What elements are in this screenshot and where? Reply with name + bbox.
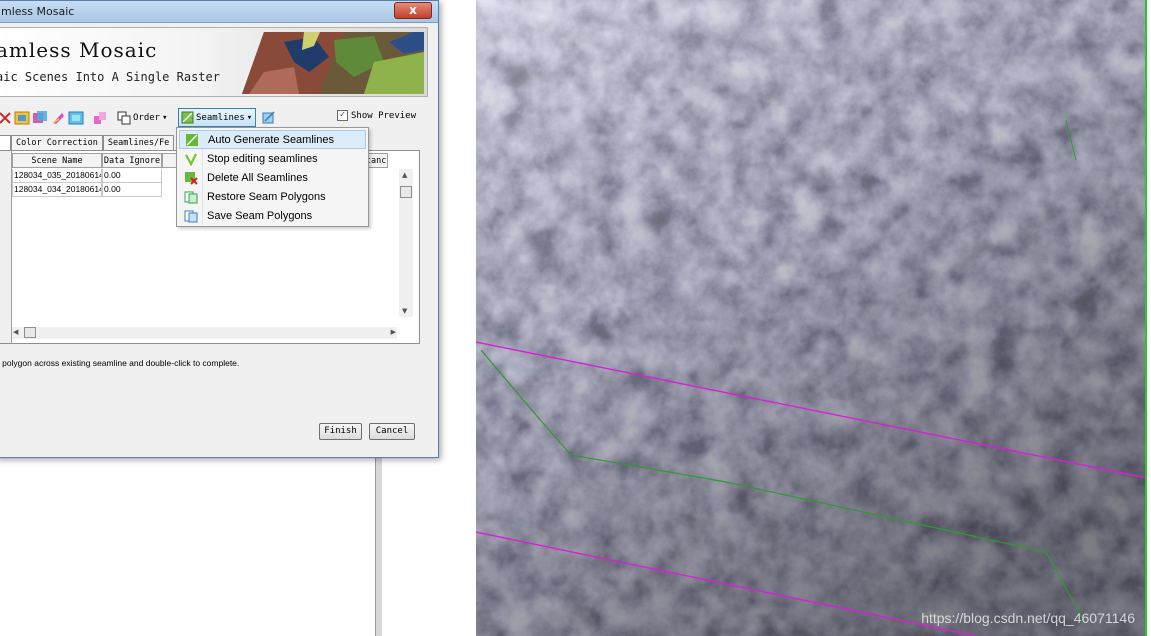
color-balance-icon[interactable] <box>68 110 84 126</box>
dialog-title: mless Mosaic <box>1 5 75 18</box>
table-row[interactable]: 128034_035_20180614_ 0.00 <box>12 169 162 183</box>
save-polygons-icon <box>179 206 203 225</box>
menu-item-label: Auto Generate Seamlines <box>208 133 334 146</box>
column-header-data-ignore[interactable]: Data Ignore <box>102 153 162 168</box>
menu-item-label: Save Seam Polygons <box>207 209 313 222</box>
tab-main[interactable] <box>0 135 11 150</box>
menu-item-label: Delete All Seamlines <box>207 171 308 184</box>
order-icon <box>117 111 131 125</box>
chevron-down-icon: ▾ <box>246 112 253 123</box>
remove-icon[interactable] <box>0 110 13 126</box>
tab-color-correction[interactable]: Color Correction <box>11 135 103 150</box>
scroll-up-icon[interactable]: ▲ <box>402 171 407 179</box>
show-preview-toggle[interactable]: ✓ Show Preview <box>337 110 416 121</box>
tab-seamlines-feathering[interactable]: Seamlines/Fe <box>102 135 175 150</box>
restore-polygons-icon <box>179 187 203 206</box>
vertical-scrollbar[interactable]: ▲ ▼ <box>399 169 413 317</box>
menu-item-restore-seam-polygons[interactable]: Restore Seam Polygons <box>179 187 366 206</box>
chevron-down-icon: ▾ <box>162 113 168 123</box>
scroll-down-icon[interactable]: ▼ <box>402 307 407 315</box>
menu-item-label: Stop editing seamlines <box>207 152 318 165</box>
stop-edit-icon <box>179 149 203 168</box>
raster-layers-icon[interactable] <box>32 110 48 126</box>
data-ignore-cell: 0.00 <box>102 183 162 197</box>
seam-polygon-icon[interactable] <box>261 110 277 126</box>
row-header-column <box>0 151 12 343</box>
horizontal-scrollbar[interactable]: ◀ ▶ <box>12 327 397 339</box>
watermark-text: https://blog.csdn.net/qq_46071146 <box>921 610 1135 626</box>
scroll-right-icon[interactable]: ▶ <box>391 328 396 336</box>
scene-name-cell: 128034_035_20180614_ <box>12 169 102 183</box>
seamlines-dropdown-menu: Auto Generate Seamlines Stop editing sea… <box>176 127 369 227</box>
horizontal-scroll-thumb[interactable] <box>24 327 36 338</box>
seamlines-button[interactable]: Seamlines ▾ <box>178 108 256 127</box>
column-header-scene-name[interactable]: Scene Name <box>12 153 102 168</box>
banner-subtitle: aic Scenes Into A Single Raster <box>0 70 220 84</box>
data-ignore-cell: 0.00 <box>102 169 162 183</box>
add-scenes-icon[interactable] <box>14 110 30 126</box>
close-button[interactable]: x <box>394 2 432 19</box>
mosaic-toolbar: Order ▾ Seamlines ▾ ✓ Show Preview <box>0 107 428 129</box>
feather-icon[interactable] <box>50 110 66 126</box>
order-label: Order <box>133 113 161 123</box>
vertical-scroll-thumb[interactable] <box>400 186 412 198</box>
delete-seamlines-icon <box>179 168 203 187</box>
scroll-left-icon[interactable]: ◀ <box>13 328 18 336</box>
dialog-tabs: Color Correction Seamlines/Fe <box>0 135 175 150</box>
cancel-button[interactable]: Cancel <box>369 423 415 440</box>
banner-title: amless Mosaic <box>0 38 158 62</box>
menu-item-auto-generate-seamlines[interactable]: Auto Generate Seamlines <box>179 130 366 149</box>
satellite-imagery <box>476 0 1145 636</box>
menu-item-label: Restore Seam Polygons <box>207 190 326 203</box>
order-button[interactable]: Order ▾ <box>117 110 168 126</box>
seamlines-label: Seamlines <box>196 112 245 123</box>
show-preview-checkbox[interactable]: ✓ <box>337 110 348 121</box>
mosaic-preview-image[interactable]: https://blog.csdn.net/qq_46071146 <box>476 0 1147 636</box>
reference-icon[interactable] <box>92 110 108 126</box>
instruction-text: n polygon across existing seamline and d… <box>0 358 240 368</box>
banner-map-image <box>242 32 424 94</box>
dialog-banner: amless Mosaic aic Scenes Into A Single R… <box>0 27 428 97</box>
menu-item-delete-all-seamlines[interactable]: Delete All Seamlines <box>179 168 366 187</box>
show-preview-label: Show Preview <box>351 110 417 121</box>
background-panel-edge <box>375 455 382 636</box>
menu-item-stop-editing-seamlines[interactable]: Stop editing seamlines <box>179 149 366 168</box>
seamless-mosaic-dialog: mless Mosaic x amless Mosaic aic Scenes … <box>0 0 439 458</box>
dialog-titlebar[interactable]: mless Mosaic x <box>0 1 438 23</box>
seamlines-icon <box>181 111 194 124</box>
finish-button[interactable]: Finish <box>319 423 362 440</box>
scene-name-cell: 128034_034_20180614_ <box>12 183 102 197</box>
auto-generate-icon <box>180 130 204 149</box>
table-row[interactable]: 128034_034_20180614_ 0.00 <box>12 183 162 197</box>
menu-item-save-seam-polygons[interactable]: Save Seam Polygons <box>179 206 366 225</box>
